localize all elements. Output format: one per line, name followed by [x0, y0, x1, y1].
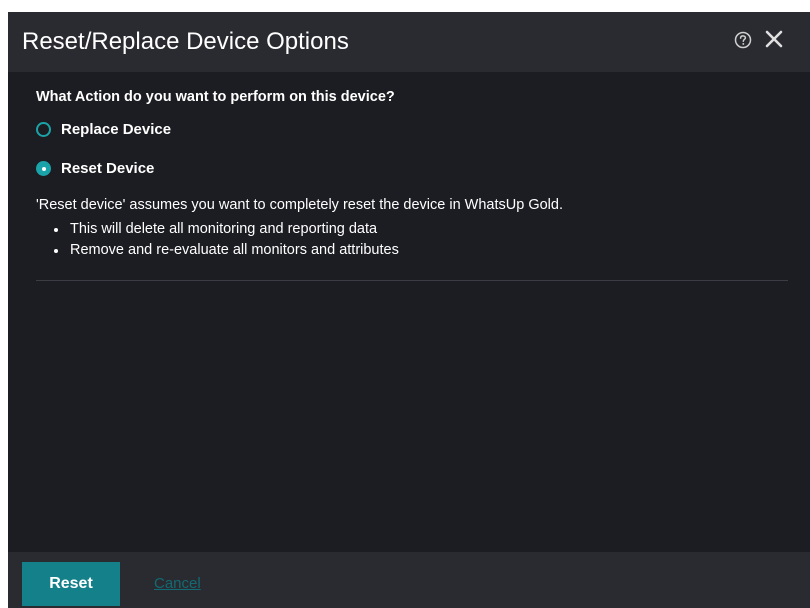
replace-device-label: Replace Device	[61, 121, 172, 138]
replace-device-radio[interactable]	[36, 122, 51, 137]
cancel-link[interactable]: Cancel	[154, 575, 201, 592]
action-question: What Action do you want to perform on th…	[36, 89, 395, 105]
help-circle-icon[interactable]	[734, 31, 752, 49]
list-item: Remove and re-evaluate all monitors and …	[52, 240, 399, 261]
reset-button[interactable]: Reset	[22, 562, 120, 606]
close-icon[interactable]	[764, 29, 784, 49]
dialog-title: Reset/Replace Device Options	[22, 28, 349, 55]
reset-device-radio[interactable]	[36, 161, 51, 176]
dialog-body: What Action do you want to perform on th…	[8, 72, 810, 552]
list-item: This will delete all monitoring and repo…	[52, 219, 399, 240]
dialog-footer: Reset Cancel	[8, 552, 810, 608]
reset-device-option[interactable]: Reset Device	[36, 160, 154, 177]
reset-description: 'Reset device' assumes you want to compl…	[36, 197, 563, 213]
reset-device-label: Reset Device	[61, 160, 155, 177]
dialog-header: Reset/Replace Device Options	[8, 12, 810, 72]
divider	[36, 280, 788, 281]
replace-device-option[interactable]: Replace Device	[36, 121, 171, 138]
reset-replace-dialog: Reset/Replace Device Options What Action…	[8, 12, 810, 608]
reset-consequences-list: This will delete all monitoring and repo…	[52, 219, 399, 261]
